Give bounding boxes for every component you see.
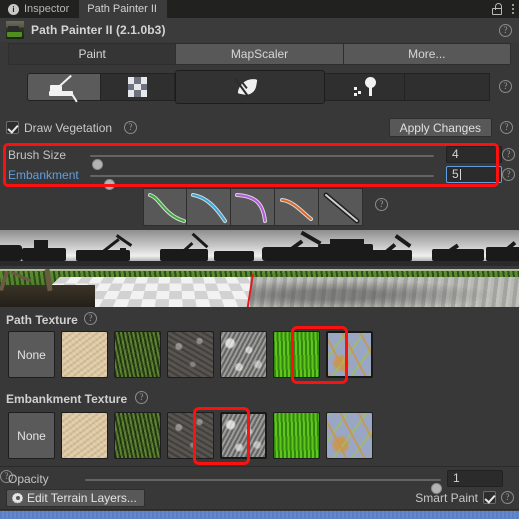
footer-row: Edit Terrain Layers... Smart Paint ?	[0, 489, 519, 508]
curve-preset-ease-purple[interactable]	[231, 188, 275, 226]
opacity-slider-track[interactable]	[85, 479, 442, 494]
tool-button-stamp[interactable]	[325, 73, 405, 101]
path-texture-none[interactable]: None	[8, 331, 55, 378]
opacity-row: Opacity 1 ?	[0, 470, 519, 494]
embankment-texture-gravel-light[interactable]	[220, 412, 267, 459]
excavator-icon	[49, 75, 79, 103]
tool-button-row: ?	[27, 70, 512, 104]
path-texture-grass-dark[interactable]	[114, 331, 161, 378]
embankment-texture-sand[interactable]	[61, 412, 108, 459]
tab-path-painter-ii[interactable]: Path Painter II	[79, 0, 167, 18]
help-icon[interactable]: ?	[500, 121, 513, 134]
brush-size-row: Brush Size 4 ?	[0, 146, 519, 170]
help-icon[interactable]: ?	[375, 198, 388, 211]
embankment-texture-title: Embankment Texture	[6, 392, 128, 406]
stamp-icon	[353, 77, 376, 97]
curve-preset-row: ?	[143, 188, 388, 226]
brush-size-input[interactable]: 4	[446, 146, 502, 163]
text-caret	[459, 169, 461, 180]
main-tab-bar: Paint MapScaler More...	[8, 43, 511, 65]
embankment-slider-track[interactable]	[90, 175, 434, 190]
embankment-row: Embankment 5 ?	[0, 166, 519, 190]
tab-inspector[interactable]: i Inspector	[0, 0, 79, 18]
tool-button-excavator[interactable]	[27, 73, 101, 103]
path-painter-thumbnail-icon	[6, 21, 24, 39]
brush-size-slider-track[interactable]	[90, 155, 434, 170]
path-texture-cobblestone[interactable]	[326, 331, 373, 378]
edit-terrain-layers-label: Edit Terrain Layers...	[27, 491, 137, 505]
embankment-input[interactable]: 5	[446, 166, 502, 183]
path-texture-green[interactable]	[273, 331, 320, 378]
embankment-texture-grass-dark[interactable]	[114, 412, 161, 459]
divider	[0, 509, 519, 510]
draw-vegetation-label: Draw Vegetation	[24, 121, 113, 135]
brush-size-label: Brush Size	[8, 148, 67, 162]
tool-button-brush[interactable]	[175, 70, 325, 104]
apply-changes-button[interactable]: Apply Changes	[388, 118, 492, 137]
inspector-panel: i Inspector Path Painter II Path Painter…	[0, 0, 519, 519]
tab-path-painter-ii-label: Path Painter II	[87, 3, 157, 15]
help-icon[interactable]: ?	[84, 312, 97, 325]
info-icon: i	[8, 3, 19, 15]
embankment-label: Embankment	[8, 168, 79, 182]
embankment-texture-swatch-row: None	[8, 412, 373, 459]
opacity-input[interactable]: 1	[447, 470, 503, 487]
help-icon[interactable]: ?	[499, 24, 512, 37]
component-header: Path Painter II (2.1.0b3) ?	[0, 18, 519, 42]
tab-more[interactable]: More...	[343, 43, 511, 65]
page-title: Path Painter II (2.1.0b3)	[31, 23, 166, 37]
curve-preset-ease-orange[interactable]	[275, 188, 319, 226]
tab-paint[interactable]: Paint	[8, 43, 177, 65]
embankment-texture-green[interactable]	[273, 412, 320, 459]
smart-paint-label: Smart Paint	[415, 491, 478, 505]
path-texture-gravel-dark[interactable]	[167, 331, 214, 378]
window-tabstrip: i Inspector Path Painter II	[0, 0, 519, 18]
window-tab-actions	[492, 0, 515, 18]
tab-inspector-label: Inspector	[24, 3, 70, 15]
path-texture-swatch-row: None	[8, 331, 373, 378]
terrain-path-preview	[0, 269, 519, 307]
checker-icon	[127, 77, 148, 97]
embankment-texture-gravel-dark[interactable]	[167, 412, 214, 459]
divider	[0, 466, 519, 467]
kebab-menu-icon[interactable]	[511, 2, 515, 16]
path-texture-title: Path Texture	[6, 313, 78, 327]
lock-open-icon[interactable]	[492, 3, 502, 15]
embankment-slider-handle[interactable]	[104, 179, 115, 190]
feather-brush-icon	[234, 75, 263, 99]
help-icon[interactable]: ?	[135, 391, 148, 404]
curve-preset-ease-out-green[interactable]	[143, 188, 187, 226]
draw-vegetation-row: Draw Vegetation ? Apply Changes ?	[0, 118, 519, 138]
embankment-texture-none[interactable]: None	[8, 412, 55, 459]
help-icon[interactable]: ?	[501, 491, 514, 504]
gear-icon	[12, 493, 23, 504]
embankment-texture-cobblestone[interactable]	[326, 412, 373, 459]
path-texture-gravel-light[interactable]	[220, 331, 267, 378]
tool-button-checker[interactable]	[101, 73, 175, 101]
curve-preset-linear[interactable]	[319, 188, 363, 226]
help-icon[interactable]: ?	[124, 121, 137, 134]
construction-vehicles-banner	[0, 230, 519, 266]
draw-vegetation-checkbox[interactable]	[6, 121, 19, 134]
tab-mapscaler[interactable]: MapScaler	[176, 43, 344, 65]
opacity-label: Opacity	[8, 472, 49, 486]
embankment-input-value: 5	[452, 167, 459, 181]
help-icon[interactable]: ?	[502, 168, 515, 181]
help-icon[interactable]: ?	[499, 80, 512, 93]
curve-preset-ease-blue[interactable]	[187, 188, 231, 226]
edit-terrain-layers-button[interactable]: Edit Terrain Layers...	[6, 489, 145, 507]
smart-paint-checkbox[interactable]	[483, 491, 496, 504]
selection-bar	[0, 511, 519, 519]
tool-button-extra[interactable]	[405, 73, 490, 101]
help-icon[interactable]: ?	[502, 148, 515, 161]
path-texture-sand[interactable]	[61, 331, 108, 378]
